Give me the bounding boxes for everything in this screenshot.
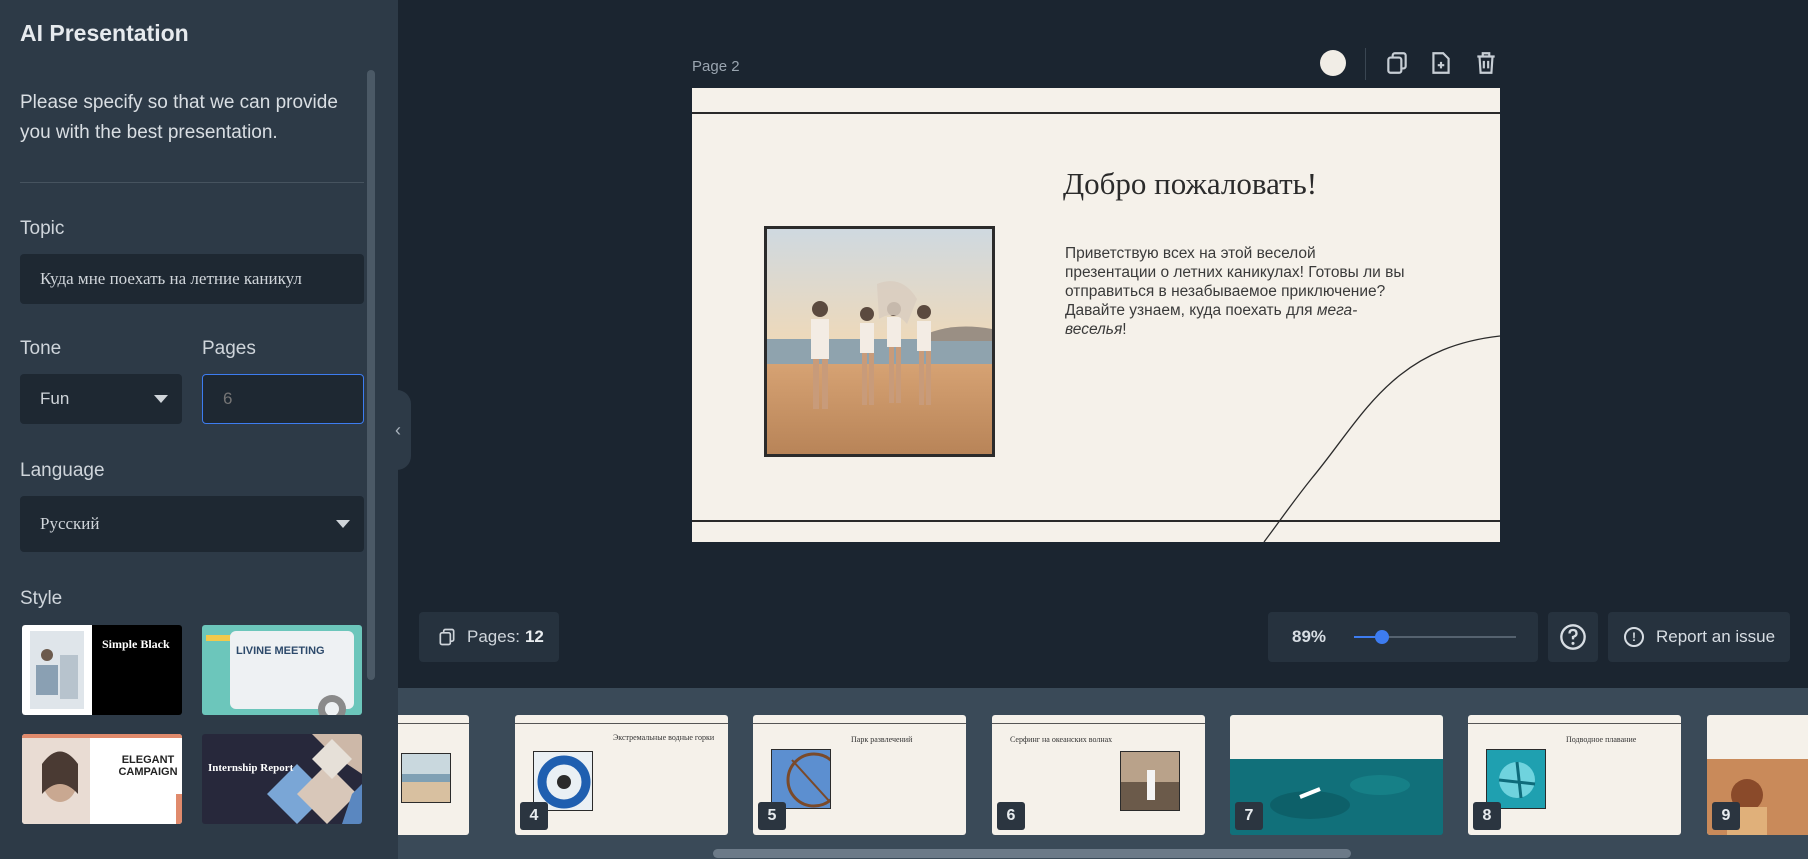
pages-label: Pages [202, 338, 256, 359]
thumbnail-scrollbar[interactable] [713, 849, 1351, 858]
style-card-internship-report[interactable]: Internship Report [202, 734, 362, 824]
thumbnail-title: Серфинг на океанских волнах [1010, 735, 1113, 744]
divider [20, 182, 364, 183]
help-button[interactable] [1548, 612, 1598, 662]
thumbnail-image [1486, 749, 1546, 809]
slide-photo[interactable] [764, 226, 995, 457]
language-select[interactable]: Русский [20, 496, 364, 552]
thumbnail-image [1120, 751, 1180, 811]
thumbnail-number: 9 [1712, 802, 1740, 830]
pages-icon [439, 628, 455, 646]
pages-overview-button[interactable]: Pages: 12 [419, 612, 559, 662]
language-value: Русский [40, 514, 100, 533]
thumbnail-5[interactable]: Парк развлечений 5 [753, 715, 966, 835]
tone-value: Fun [40, 389, 70, 408]
thumbnail-number: 8 [1473, 802, 1501, 830]
beach-photo [767, 229, 992, 454]
style-card-label: Internship Report [208, 762, 294, 774]
thumbnail-image [771, 749, 831, 809]
report-issue-button[interactable]: ! Report an issue [1608, 612, 1790, 662]
thumbnail-7[interactable]: 7 [1230, 715, 1443, 835]
pages-label: Pages: [467, 627, 520, 646]
pages-count: 12 [524, 627, 544, 646]
style-card-livine-meeting[interactable]: LIVINE MEETING [202, 625, 362, 715]
topic-label: Topic [20, 218, 65, 239]
zoom-control: 89% [1268, 612, 1538, 662]
topic-value: Куда мне поехать на летние каникул [40, 269, 302, 288]
style-card-label: ELEGANT CAMPAIGN [118, 754, 178, 778]
thumbnail-number: 5 [758, 802, 786, 830]
thumbnail-3[interactable] [398, 715, 469, 835]
thumbnail-4[interactable]: Экстремальные водные горки 4 [515, 715, 728, 835]
chevron-down-icon [336, 520, 350, 528]
livine-preview [206, 631, 354, 715]
chevron-left-icon: ‹ [395, 419, 401, 440]
thumbnail-6[interactable]: Серфинг на океанских волнах 6 [992, 715, 1205, 835]
zoom-slider[interactable] [1354, 630, 1516, 644]
thumbnail-title: Экстремальные водные горки [613, 733, 715, 742]
tone-label: Tone [20, 338, 62, 359]
sidebar: AI Presentation Please specify so that w… [0, 0, 398, 859]
pages-field[interactable] [223, 389, 363, 409]
sidebar-scrollbar[interactable] [367, 70, 375, 680]
toolbar-separator [1365, 48, 1366, 80]
thumbnail-number: 4 [520, 802, 548, 830]
help-icon [1560, 624, 1586, 650]
style-card-elegant-campaign[interactable]: ELEGANT CAMPAIGN [22, 734, 182, 824]
pages-input[interactable] [202, 374, 364, 424]
zoom-value: 89% [1292, 627, 1327, 646]
trash-icon[interactable] [1473, 50, 1499, 76]
style-label: Style [20, 588, 63, 609]
internship-preview [267, 734, 362, 824]
collapse-sidebar-button[interactable]: ‹ [385, 390, 411, 470]
style-card-label: Simple Black [102, 637, 170, 651]
duplicate-icon[interactable] [1384, 50, 1410, 76]
add-page-icon[interactable] [1428, 50, 1454, 76]
report-label: Report an issue [1656, 627, 1776, 646]
thumbnail-number: 6 [997, 802, 1025, 830]
zoom-slider-thumb[interactable] [1375, 630, 1389, 644]
tone-select[interactable]: Fun [20, 374, 182, 424]
slide-body-text[interactable]: Приветствую всех на этой веселой презент… [1065, 244, 1405, 339]
thumbnail-9[interactable]: 9 [1707, 715, 1808, 835]
thumbnail-number: 7 [1235, 802, 1263, 830]
slide-canvas[interactable]: Добро пожаловать! Приветствую всех на эт… [692, 88, 1500, 542]
thumbnail-strip: Экстремальные водные горки 4 Парк развле… [398, 688, 1808, 859]
language-label: Language [20, 460, 105, 481]
elegant-preview [22, 734, 182, 824]
panel-description: Please specify so that we can provide yo… [20, 92, 338, 143]
thumbnail-title: Парк развлечений [851, 735, 913, 744]
thumbnail-image [401, 753, 451, 803]
thumbnail-title: Подводное плавание [1566, 735, 1637, 744]
alert-icon: ! [1624, 627, 1644, 647]
background-color-button[interactable] [1320, 50, 1346, 76]
style-card-label: LIVINE MEETING [236, 645, 325, 657]
thumbnail-8[interactable]: Подводное плавание 8 [1468, 715, 1681, 835]
chevron-down-icon [154, 395, 168, 403]
page-label: Page 2 [692, 58, 740, 75]
slide-title[interactable]: Добро пожаловать! [1063, 166, 1317, 202]
panel-title: AI Presentation [20, 20, 189, 46]
topic-input[interactable]: Куда мне поехать на летние каникул [20, 254, 364, 304]
style-card-simple-black[interactable]: Simple Black [22, 625, 182, 715]
